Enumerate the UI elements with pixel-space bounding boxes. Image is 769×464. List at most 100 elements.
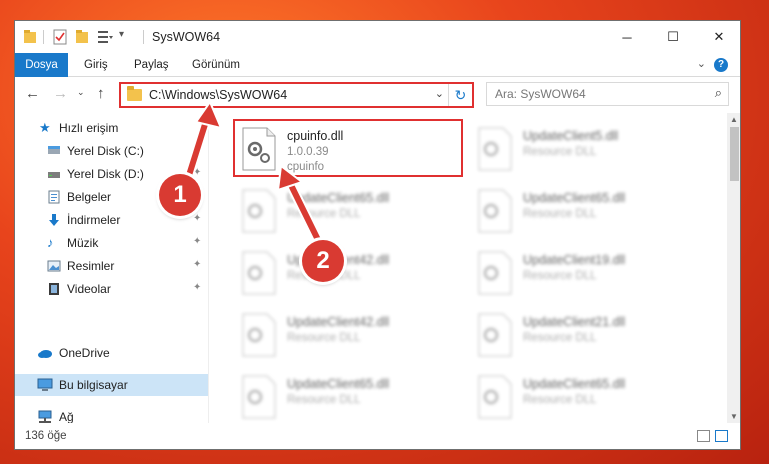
computer-icon bbox=[37, 378, 53, 391]
step-badge-1: 1 bbox=[159, 174, 201, 216]
scroll-down-icon[interactable]: ▼ bbox=[730, 412, 738, 421]
search-icon: ⌕ bbox=[714, 85, 722, 100]
file-type: Resource DLL bbox=[523, 394, 597, 406]
up-button[interactable]: ↑ bbox=[97, 85, 105, 102]
properties-icon[interactable] bbox=[53, 29, 67, 45]
pin-icon[interactable]: ✦ bbox=[193, 282, 201, 293]
file-type: Resource DLL bbox=[523, 146, 597, 158]
file-name: UpdateClient65.dll bbox=[287, 377, 390, 391]
close-button[interactable]: ✕ bbox=[696, 21, 740, 53]
dll-file-icon bbox=[242, 313, 276, 357]
explorer-window: ▾ SysWOW64 ─ ☐ ✕ Dosya Giriş Paylaş Görü… bbox=[14, 20, 741, 450]
search-input[interactable]: Ara: SysWOW64 ⌕ bbox=[486, 82, 729, 106]
dll-file-icon bbox=[478, 251, 512, 295]
file-name: UpdateClient65.dll bbox=[523, 377, 626, 391]
recent-locations-icon[interactable]: ⌄ bbox=[77, 87, 85, 98]
file-name: UpdateClient19.dll bbox=[523, 253, 626, 267]
dll-file-icon bbox=[242, 251, 276, 295]
address-path: C:\Windows\SysWOW64 bbox=[149, 88, 288, 102]
video-icon bbox=[49, 283, 59, 295]
dll-file-icon bbox=[242, 375, 276, 419]
nav-item-onedrive[interactable]: OneDrive bbox=[15, 342, 208, 364]
file-tile[interactable]: UpdateClient65.dll Resource DLL bbox=[471, 183, 701, 241]
customize-toolbar-icon[interactable] bbox=[97, 29, 113, 45]
file-name: UpdateClient65.dll bbox=[523, 191, 626, 205]
pin-icon[interactable]: ✦ bbox=[193, 213, 201, 224]
tab-file[interactable]: Dosya bbox=[15, 53, 68, 77]
cloud-icon bbox=[38, 350, 52, 358]
vertical-scrollbar[interactable]: ▲ ▼ bbox=[727, 113, 740, 423]
expand-ribbon-icon[interactable]: ⌄ bbox=[697, 57, 706, 70]
file-tile[interactable]: UpdateClient42.dll Resource DLL bbox=[235, 245, 465, 303]
file-type: Resource DLL bbox=[523, 270, 597, 282]
nav-item-videos[interactable]: Videolar ✦ bbox=[15, 278, 208, 300]
file-name: UpdateClient21.dll bbox=[523, 315, 626, 329]
dll-file-icon bbox=[242, 189, 276, 233]
pictures-icon bbox=[47, 260, 61, 272]
file-list: cpuinfo.dll 1.0.0.39 cpuinfo UpdateClien… bbox=[209, 113, 727, 423]
drive-icon bbox=[48, 146, 60, 154]
back-button[interactable]: ← bbox=[25, 85, 40, 102]
nav-item-pictures[interactable]: Resimler ✦ bbox=[15, 255, 208, 277]
file-type: Resource DLL bbox=[523, 332, 597, 344]
help-icon[interactable]: ? bbox=[714, 58, 728, 72]
navigation-pane: ★ Hızlı erişim Yerel Disk (C:) Yerel Dis… bbox=[15, 113, 208, 424]
document-icon bbox=[48, 190, 60, 204]
file-version: 1.0.0.39 bbox=[287, 146, 329, 158]
refresh-icon[interactable]: ↻ bbox=[448, 84, 472, 106]
file-tile[interactable]: UpdateClient65.dll Resource DLL bbox=[471, 369, 701, 423]
title-bar: ▾ SysWOW64 ─ ☐ ✕ bbox=[15, 21, 740, 53]
file-name: UpdateClient65.dll bbox=[287, 191, 390, 205]
file-name: cpuinfo.dll bbox=[287, 129, 344, 143]
status-bar: 136 öğe bbox=[15, 423, 740, 449]
file-tile[interactable]: UpdateClient42.dll Resource DLL bbox=[235, 307, 465, 365]
dll-file-icon bbox=[478, 127, 512, 171]
window-title: SysWOW64 bbox=[152, 30, 221, 44]
file-tile[interactable]: UpdateClient21.dll Resource DLL bbox=[471, 307, 701, 365]
file-tile[interactable]: UpdateClient65.dll Resource DLL bbox=[235, 183, 465, 241]
drive-icon bbox=[48, 172, 60, 178]
step-badge-2: 2 bbox=[302, 240, 344, 282]
scroll-thumb[interactable] bbox=[730, 127, 739, 181]
dll-file-icon bbox=[478, 313, 512, 357]
address-dropdown-icon[interactable]: ⌄ bbox=[435, 87, 444, 100]
network-icon bbox=[38, 410, 52, 423]
file-type: Resource DLL bbox=[287, 332, 361, 344]
pin-icon[interactable]: ✦ bbox=[193, 236, 201, 247]
tab-home[interactable]: Giriş bbox=[74, 53, 118, 77]
new-folder-icon[interactable] bbox=[75, 29, 89, 45]
pin-icon[interactable]: ✦ bbox=[193, 259, 201, 270]
pin-icon[interactable]: ✦ bbox=[193, 167, 201, 178]
folder-icon bbox=[127, 86, 142, 101]
forward-button[interactable]: → bbox=[53, 85, 68, 102]
tiles-view-icon[interactable] bbox=[715, 430, 728, 442]
file-tile[interactable]: UpdateClient19.dll Resource DLL bbox=[471, 245, 701, 303]
address-bar[interactable]: C:\Windows\SysWOW64 ⌄ ↻ bbox=[119, 82, 474, 108]
search-placeholder: Ara: SysWOW64 bbox=[495, 87, 586, 101]
minimize-button[interactable]: ─ bbox=[604, 21, 650, 53]
tab-share[interactable]: Paylaş bbox=[124, 53, 179, 77]
file-name: UpdateClient5.dll bbox=[523, 129, 619, 143]
file-type: Resource DLL bbox=[287, 208, 361, 220]
nav-item-quick-access[interactable]: ★ Hızlı erişim bbox=[15, 117, 208, 139]
dll-file-icon bbox=[478, 189, 512, 233]
nav-item-music[interactable]: ♪ Müzik ✦ bbox=[15, 232, 208, 254]
folder-icon bbox=[24, 30, 36, 43]
file-name: UpdateClient42.dll bbox=[287, 315, 390, 329]
item-count: 136 öğe bbox=[25, 430, 67, 442]
download-icon bbox=[49, 214, 59, 226]
file-tile[interactable]: UpdateClient65.dll Resource DLL bbox=[235, 369, 465, 423]
dll-file-icon bbox=[242, 127, 276, 171]
maximize-button[interactable]: ☐ bbox=[650, 21, 696, 53]
qat-dropdown-icon[interactable]: ▾ bbox=[119, 29, 124, 40]
music-icon: ♪ bbox=[47, 235, 54, 250]
address-row: ← → ⌄ ↑ C:\Windows\SysWOW64 ⌄ ↻ Ara: Sys… bbox=[15, 77, 740, 113]
nav-item-this-pc[interactable]: Bu bilgisayar bbox=[15, 374, 208, 396]
details-view-icon[interactable] bbox=[697, 430, 710, 442]
scroll-up-icon[interactable]: ▲ bbox=[730, 115, 738, 124]
ribbon-tabs: Dosya Giriş Paylaş Görünüm ⌄ ? bbox=[15, 53, 740, 77]
file-tile-cpuinfo[interactable]: cpuinfo.dll 1.0.0.39 cpuinfo bbox=[233, 119, 463, 177]
tab-view[interactable]: Görünüm bbox=[182, 53, 250, 77]
nav-item-local-disk-c[interactable]: Yerel Disk (C:) bbox=[15, 140, 208, 162]
file-tile[interactable]: UpdateClient5.dll Resource DLL bbox=[471, 121, 701, 179]
